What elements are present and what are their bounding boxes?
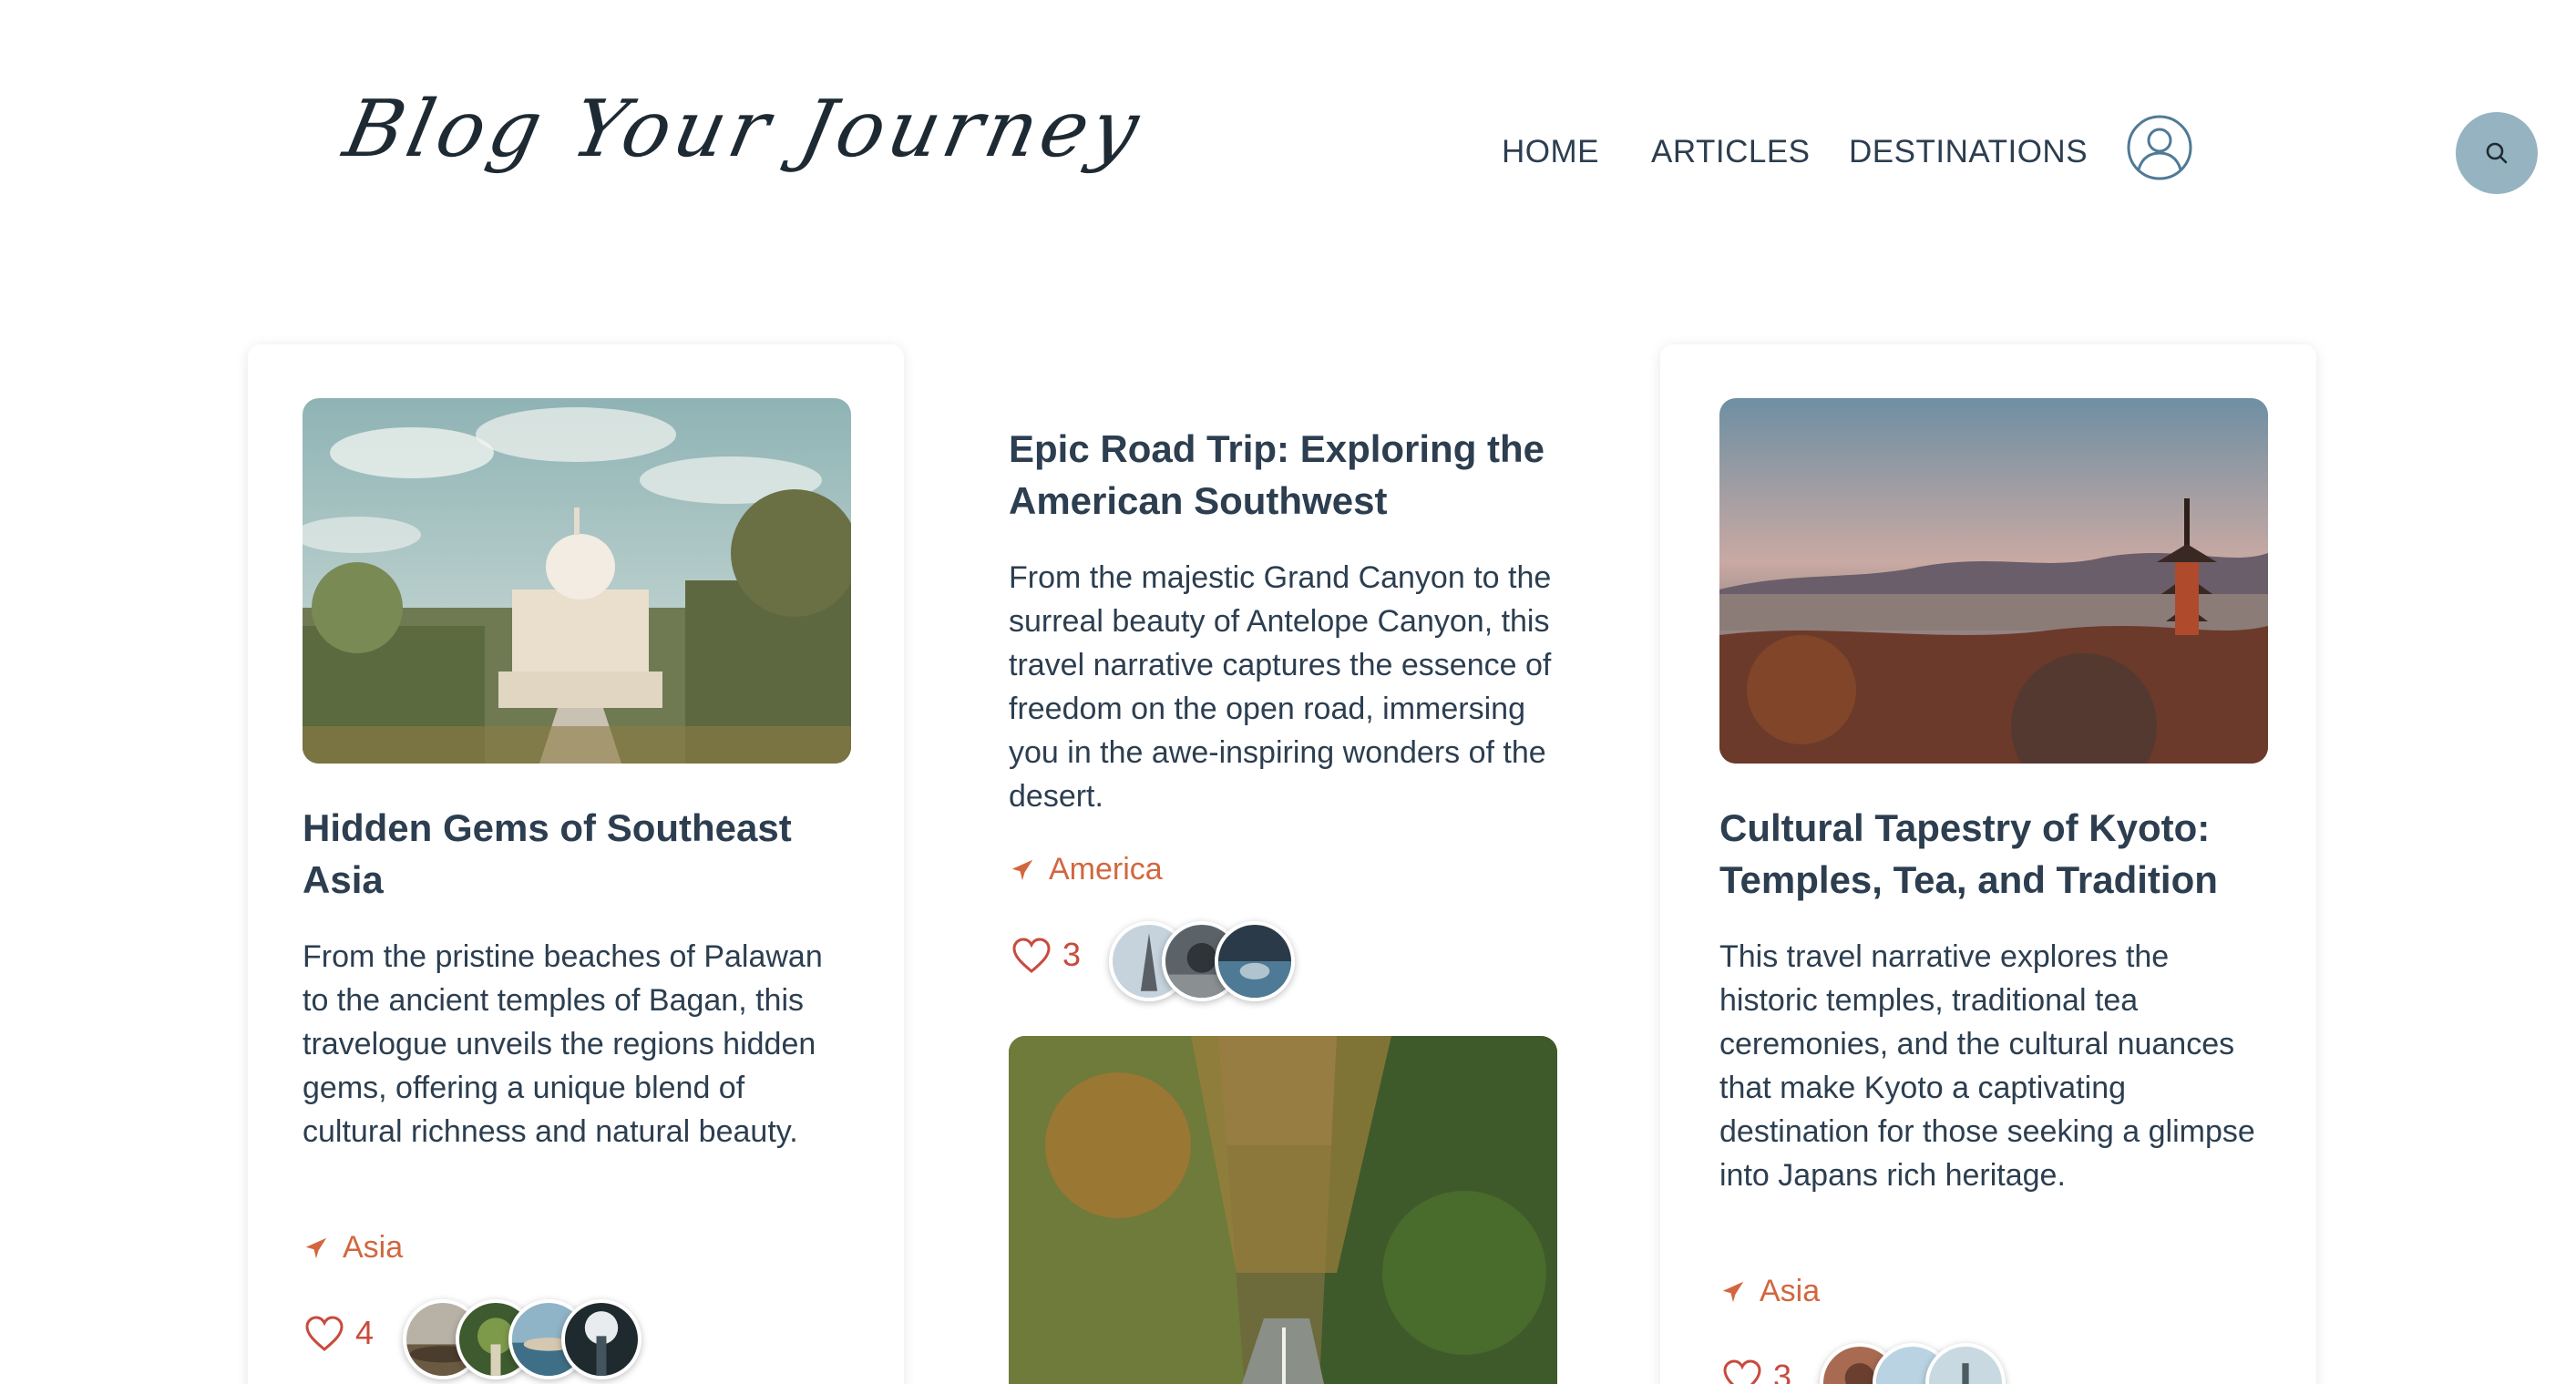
destination-label: Asia	[343, 1230, 404, 1265]
search-button[interactable]	[2456, 112, 2538, 194]
destination-label: America	[1049, 852, 1163, 887]
destination-tag[interactable]: America	[1009, 852, 1163, 887]
article-title[interactable]: Cultural Tapestry of Kyoto: Temples, Tea…	[1719, 802, 2266, 906]
article-description: This travel narrative explores the histo…	[1719, 939, 2255, 1193]
avatar	[1925, 1343, 2006, 1384]
airplane-icon	[305, 1237, 327, 1258]
article-description: From the majestic Grand Canyon to the su…	[1009, 560, 1552, 814]
likes-count: 3	[1773, 1358, 1792, 1384]
avatar	[1215, 921, 1295, 1001]
site-logo[interactable]: Blog Your Journey	[336, 84, 1151, 175]
destination-tag[interactable]: Asia	[303, 1230, 403, 1266]
destination-tag[interactable]: Asia	[1719, 1274, 1820, 1309]
nav-destinations-link[interactable]: DESTINATIONS	[1849, 134, 2088, 170]
heart-icon[interactable]	[304, 1316, 344, 1352]
page: Blog Your Journey HOME ARTICLES DESTINAT…	[0, 0, 2576, 1384]
heart-icon[interactable]	[1011, 938, 1052, 974]
likes: 4	[304, 1314, 374, 1352]
likes: 3	[1722, 1358, 1791, 1384]
article-title[interactable]: Epic Road Trip: Exploring the American S…	[1009, 423, 1555, 527]
article-image[interactable]	[303, 398, 851, 764]
article-description: From the pristine beaches of Palawan to …	[303, 939, 823, 1149]
airplane-icon	[1722, 1281, 1744, 1302]
likes-count: 4	[355, 1314, 375, 1351]
nav-articles-link[interactable]: ARTICLES	[1651, 134, 1811, 170]
article-title[interactable]: Hidden Gems of Southeast Asia	[303, 802, 849, 906]
avatar-group[interactable]	[1820, 1343, 2011, 1384]
likes: 3	[1011, 936, 1081, 974]
search-icon	[2486, 142, 2508, 164]
avatar-group[interactable]	[403, 1299, 641, 1379]
airplane-icon	[1011, 859, 1033, 880]
destination-label: Asia	[1760, 1274, 1821, 1308]
article-image[interactable]	[1009, 1036, 1557, 1384]
avatar-group[interactable]	[1109, 921, 1300, 1001]
article-image[interactable]	[1719, 398, 2268, 764]
avatar	[561, 1299, 641, 1379]
user-circle-icon[interactable]	[2126, 114, 2193, 181]
likes-count: 3	[1062, 936, 1082, 973]
nav-home-link[interactable]: HOME	[1502, 134, 1599, 170]
heart-icon[interactable]	[1722, 1359, 1762, 1384]
